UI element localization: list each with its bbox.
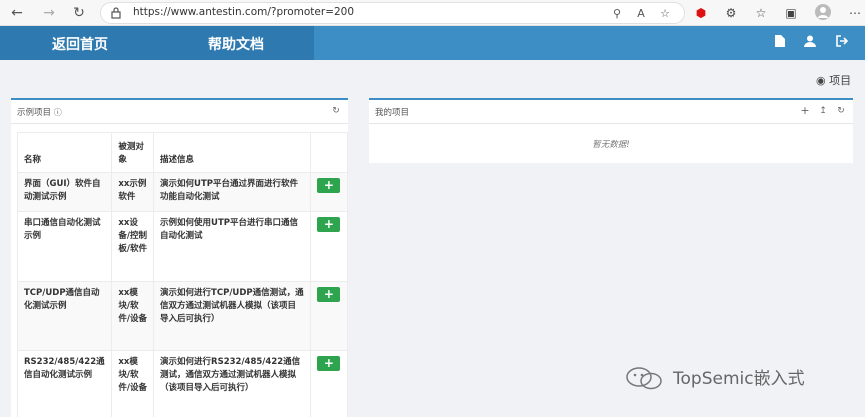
my-projects-title: 我的项目: [375, 108, 410, 118]
dashboard-icon: ◉: [816, 74, 826, 87]
logout-icon[interactable]: [834, 35, 850, 51]
header-nav: 返回首页 帮助文档: [0, 26, 314, 60]
projects-link-label: 项目: [829, 74, 852, 87]
row-description: 演示如何进行RS232/485/422通信测试，通信双方通过测试机器人模拟（该项…: [153, 350, 312, 417]
column-header-description: 描述信息: [153, 132, 312, 173]
table-row: TCP/UDP通信自动化测试示例 xx模块/软件/设备 演示如何进行TCP/UD…: [16, 281, 348, 351]
column-header-name: 名称: [16, 132, 113, 173]
add-icon[interactable]: +: [799, 105, 811, 117]
row-name: 界面（GUI）软件自动测试示例: [16, 172, 113, 212]
table-row: RS232/485/422通信自动化测试示例 xx模块/软件/设备 演示如何进行…: [16, 350, 348, 417]
examples-panel: 示例项目 ⓘ ↻ 名称 被测对象 描述信息 界面（GUI）软件自动测试示例 xx…: [11, 98, 348, 417]
reload-icon[interactable]: ↻: [70, 4, 88, 22]
app-header: 返回首页 帮助文档: [0, 26, 865, 60]
extensions-icon[interactable]: ⚙: [722, 4, 740, 22]
my-projects-panel-header: 我的项目 + ↥ ↻: [369, 100, 853, 124]
empty-message: 暂无数据!: [592, 140, 630, 150]
my-projects-panel: 我的项目 + ↥ ↻ 暂无数据!: [369, 98, 853, 163]
add-project-button[interactable]: +: [317, 287, 341, 302]
refresh-icon[interactable]: ↻: [835, 105, 847, 117]
table-row: 串口通信自动化测试示例 xx设备/控制板/软件 示例如何使用UTP平台进行串口通…: [16, 211, 348, 282]
row-target: xx示例软件: [111, 172, 155, 212]
row-name: 串口通信自动化测试示例: [16, 211, 113, 282]
row-name: RS232/485/422通信自动化测试示例: [16, 350, 113, 417]
row-action: +: [310, 172, 348, 212]
table-row: 界面（GUI）软件自动测试示例 xx示例软件 演示如何UTP平台通过界面进行软件…: [16, 172, 348, 212]
key-icon[interactable]: ⚲: [609, 6, 625, 22]
user-icon[interactable]: [802, 35, 818, 51]
profile-avatar[interactable]: [814, 4, 832, 22]
favorite-icon[interactable]: ☆: [657, 6, 673, 22]
row-action: +: [310, 350, 348, 417]
watermark-text: TopSemic嵌入式: [673, 369, 805, 389]
upload-icon[interactable]: ↥: [817, 105, 829, 117]
read-aloud-icon[interactable]: A: [633, 6, 649, 22]
help-docs-link[interactable]: 帮助文档: [208, 34, 264, 54]
adblock-icon[interactable]: ⬢: [692, 4, 710, 22]
row-target: xx模块/软件/设备: [111, 350, 155, 417]
row-description: 演示如何UTP平台通过界面进行软件功能自动化测试: [153, 172, 312, 212]
wechat-logo-icon: [626, 367, 662, 390]
info-icon[interactable]: ⓘ: [54, 108, 62, 117]
column-header-target: 被测对象: [111, 132, 155, 173]
back-icon[interactable]: ←: [8, 4, 26, 22]
lock-icon: [111, 7, 121, 19]
add-project-button[interactable]: +: [317, 217, 341, 232]
browser-toolbar: ← → ↻ https://www.antestin.com/?promoter…: [0, 0, 865, 26]
projects-link[interactable]: ◉ 项目: [816, 72, 851, 88]
row-target: xx模块/软件/设备: [111, 281, 155, 351]
more-menu-icon[interactable]: ⋯: [846, 4, 864, 22]
favorites-list-icon[interactable]: ☆: [752, 4, 770, 22]
row-action: +: [310, 211, 348, 282]
examples-table: 名称 被测对象 描述信息 界面（GUI）软件自动测试示例 xx示例软件 演示如何…: [16, 132, 348, 417]
add-project-button[interactable]: +: [317, 178, 341, 193]
examples-panel-title: 示例项目 ⓘ: [17, 106, 62, 118]
row-name: TCP/UDP通信自动化测试示例: [16, 281, 113, 351]
refresh-icon[interactable]: ↻: [330, 105, 342, 117]
row-target: xx设备/控制板/软件: [111, 211, 155, 282]
forward-icon[interactable]: →: [40, 4, 58, 22]
row-description: 示例如何使用UTP平台进行串口通信自动化测试: [153, 211, 312, 282]
column-header-action: [310, 132, 348, 173]
collections-icon[interactable]: ▣: [782, 4, 800, 22]
examples-title-text: 示例项目: [17, 108, 52, 118]
url-text: https://www.antestin.com/?promoter=200: [133, 6, 355, 18]
address-bar[interactable]: https://www.antestin.com/?promoter=200 ⚲…: [100, 2, 685, 24]
row-action: +: [310, 281, 348, 351]
document-icon[interactable]: [772, 35, 788, 51]
examples-panel-header: 示例项目 ⓘ ↻: [11, 100, 348, 124]
row-description: 演示如何进行TCP/UDP通信测试，通信双方通过测试机器人模拟（该项目导入后可执…: [153, 281, 312, 351]
home-link[interactable]: 返回首页: [52, 34, 108, 54]
add-project-button[interactable]: +: [317, 356, 341, 371]
